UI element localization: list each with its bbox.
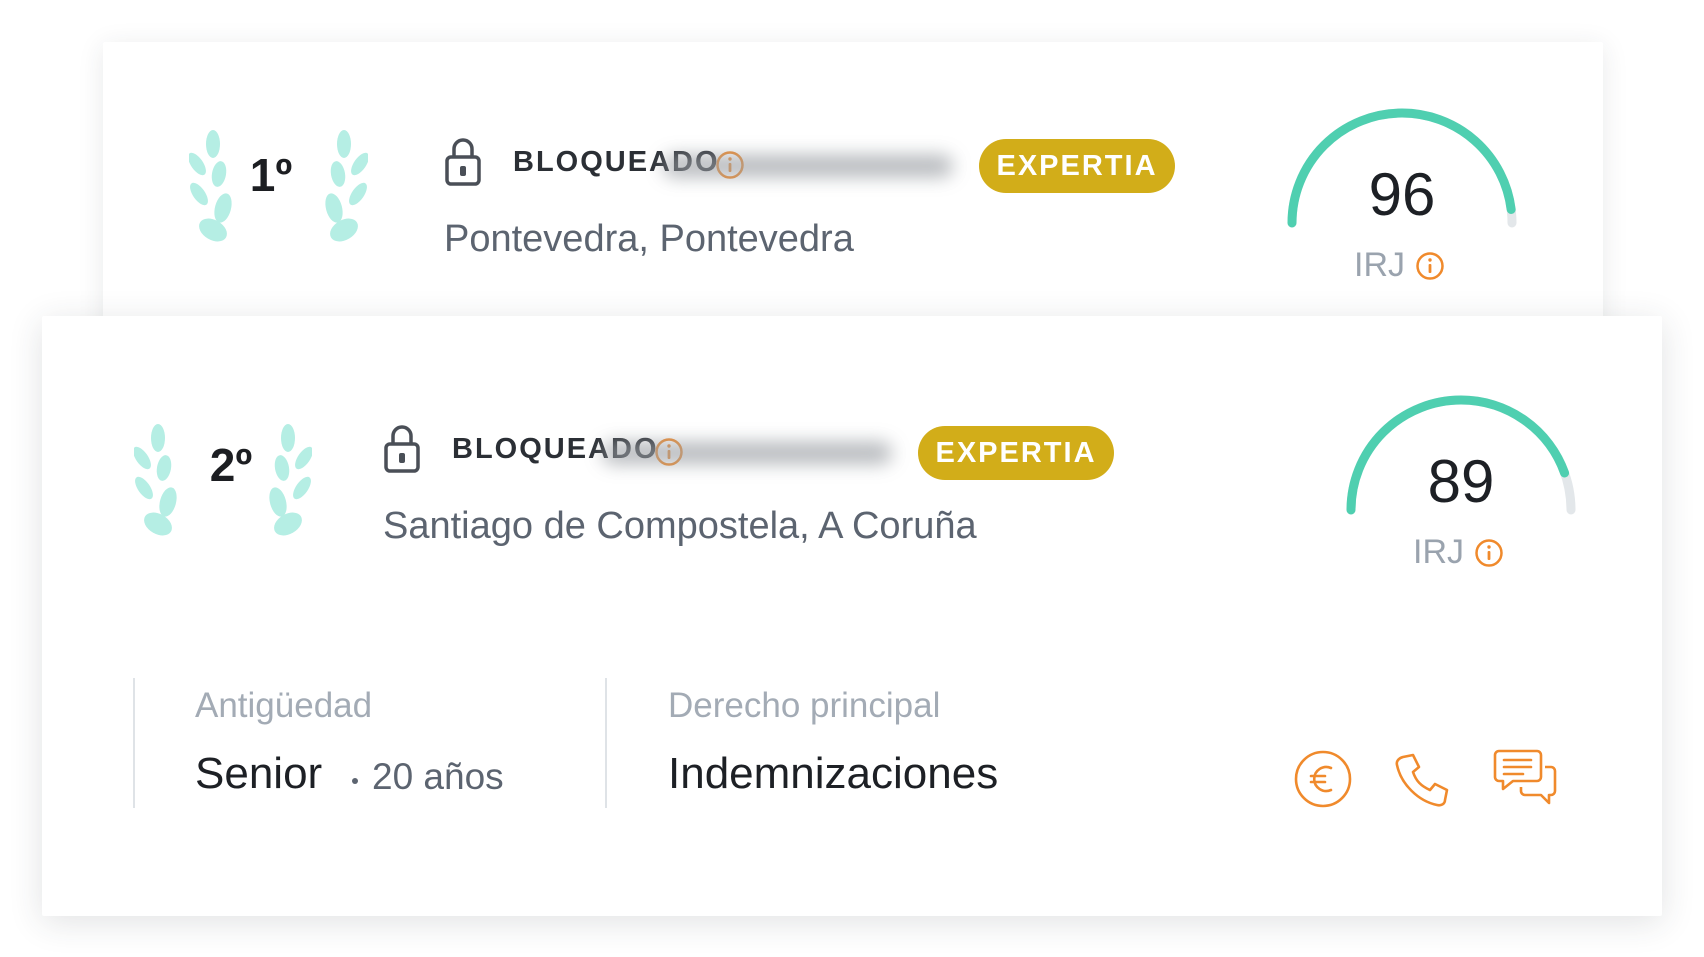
irj-score: 96: [1368, 161, 1436, 228]
euro-icon[interactable]: [1293, 749, 1353, 809]
hidden-name-blur: [663, 155, 953, 177]
practice-label: Derecho principal: [668, 686, 941, 725]
lawyer-card-1[interactable]: 1º BLOQUEADO EXPERTIA Pontevedra, Pontev…: [103, 42, 1603, 342]
lawyer-card-2[interactable]: 2º BLOQUEADO EXPERTIA Santiago de Compos…: [42, 316, 1662, 916]
expertia-badge: EXPERTIA: [979, 139, 1175, 193]
laurel-right-icon: [269, 424, 312, 536]
expertia-badge: EXPERTIA: [918, 426, 1114, 480]
chat-icon[interactable]: [1493, 747, 1559, 809]
hidden-name-blur: [602, 442, 892, 464]
seniority-value: Senior: [195, 749, 323, 798]
laurel-left-icon: [134, 424, 177, 536]
divider: [605, 678, 607, 808]
rank-label: 1º: [249, 149, 293, 201]
laurel-right-icon: [325, 130, 368, 242]
irj-label: IRJ: [1354, 246, 1405, 284]
seniority-label: Antigüedad: [195, 686, 373, 725]
separator-dot: [352, 778, 358, 784]
seniority-years: 20 años: [372, 756, 504, 797]
irj-score: 89: [1427, 448, 1495, 515]
lock-icon: [384, 425, 420, 473]
info-icon[interactable]: [1474, 538, 1504, 568]
location-label: Santiago de Compostela, A Coruña: [383, 505, 977, 547]
irj-label: IRJ: [1413, 533, 1464, 571]
laurel-left-icon: [189, 130, 232, 242]
rank-label: 2º: [209, 439, 253, 491]
info-icon[interactable]: [1415, 251, 1445, 281]
lock-icon: [445, 138, 481, 186]
location-label: Pontevedra, Pontevedra: [444, 218, 854, 260]
practice-value: Indemnizaciones: [668, 749, 999, 798]
divider: [133, 678, 135, 808]
phone-icon[interactable]: [1393, 749, 1453, 809]
